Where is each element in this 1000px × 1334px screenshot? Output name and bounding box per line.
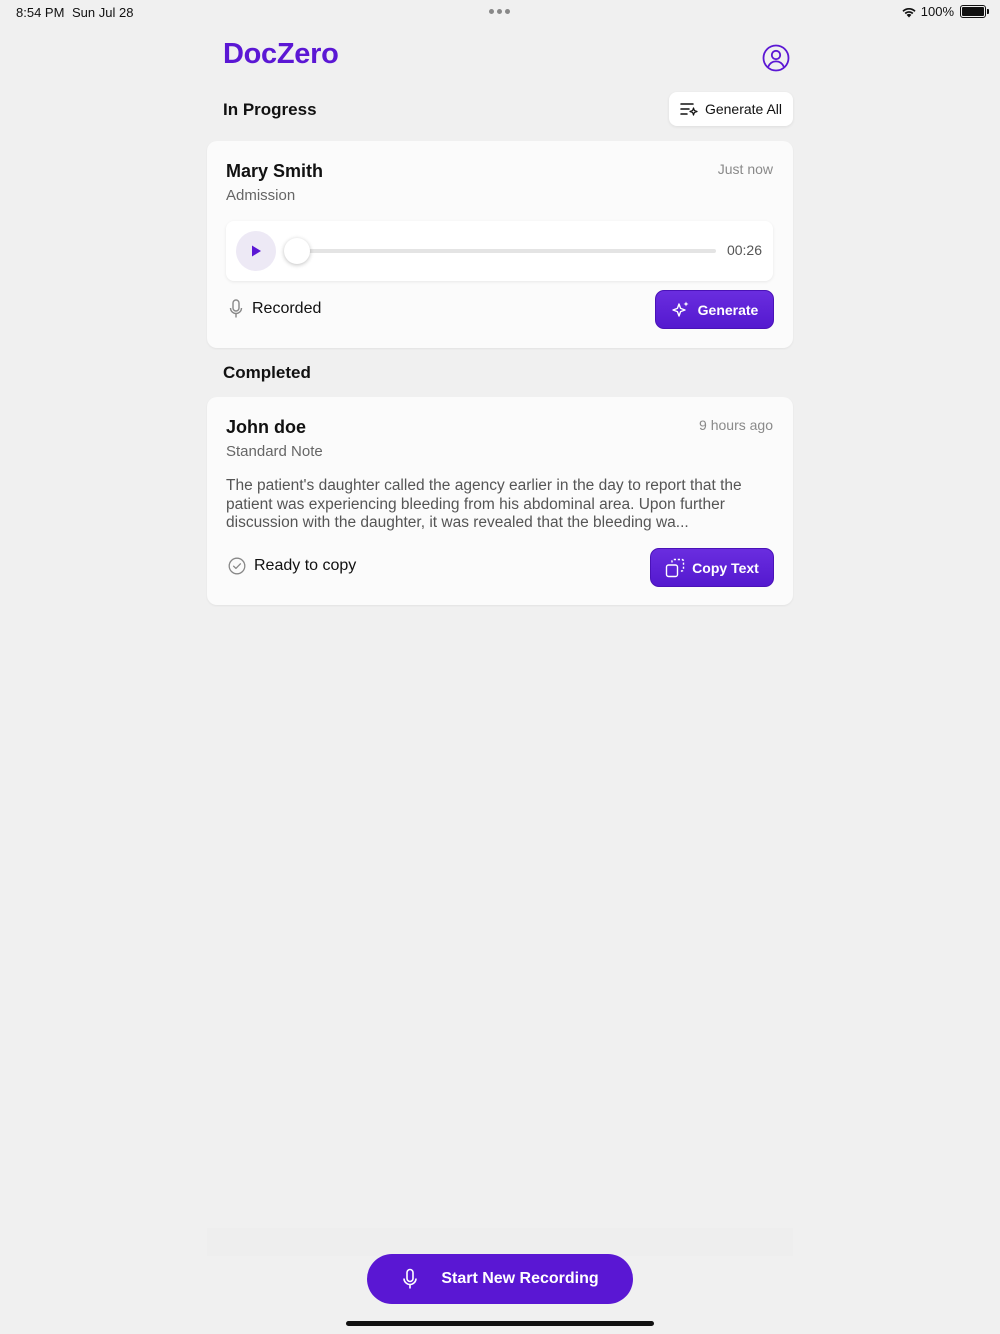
check-circle-icon — [228, 557, 246, 575]
note-status: Ready to copy — [228, 557, 356, 575]
wifi-icon — [902, 7, 916, 17]
list-sparkle-icon — [680, 103, 698, 116]
section-title-completed: Completed — [223, 363, 311, 382]
copy-icon — [665, 558, 685, 577]
card-timestamp: 9 hours ago — [699, 417, 773, 433]
status-bar: 8:54 PM Sun Jul 28 100% — [0, 0, 1000, 26]
note-status-label: Ready to copy — [254, 557, 357, 574]
generate-all-button[interactable]: Generate All — [669, 92, 793, 126]
microphone-icon — [403, 1268, 418, 1289]
playback-track[interactable] — [296, 249, 716, 253]
profile-button[interactable] — [762, 44, 790, 72]
generate-label: Generate — [697, 301, 759, 318]
note-preview: The patient's daughter called the agency… — [226, 477, 742, 531]
battery-percent: 100% — [920, 4, 954, 19]
status-indicators: 100% — [901, 4, 989, 19]
copy-text-button[interactable]: Copy Text — [650, 548, 774, 587]
card-timestamp: Just now — [717, 161, 773, 177]
recording-status: Recorded — [228, 299, 321, 319]
completed-note-card[interactable]: John doe Standard Note 9 hours ago The p… — [207, 397, 793, 605]
audio-player: 00:26 — [226, 221, 773, 281]
bottom-fade — [207, 1228, 793, 1256]
home-indicator[interactable] — [346, 1321, 654, 1326]
recording-status-label: Recorded — [252, 300, 322, 317]
multitasking-dots-icon[interactable] — [489, 9, 510, 14]
recording-card[interactable]: Mary Smith Admission Just now 00:26 Reco… — [207, 141, 793, 348]
generate-all-label: Generate All — [704, 101, 783, 117]
play-icon — [252, 245, 261, 257]
battery-icon — [960, 5, 989, 18]
play-button[interactable] — [236, 231, 276, 271]
playback-duration: 00:26 — [726, 242, 762, 258]
note-type: Standard Note — [226, 443, 323, 460]
patient-name: John doe — [226, 417, 306, 437]
microphone-icon — [229, 299, 243, 318]
copy-text-label: Copy Text — [692, 559, 759, 576]
sparkle-icon — [671, 301, 689, 317]
section-title-in-progress: In Progress — [223, 100, 317, 119]
start-new-recording-button[interactable]: Start New Recording — [367, 1254, 633, 1304]
playback-scrubber[interactable] — [284, 238, 310, 264]
status-date: Sun Jul 28 — [72, 5, 134, 20]
start-new-recording-label: Start New Recording — [441, 1270, 599, 1287]
note-type: Admission — [226, 187, 296, 204]
user-circle-icon — [762, 44, 790, 72]
status-time: 8:54 PM — [16, 5, 65, 20]
app-title: DocZero — [223, 38, 339, 70]
generate-button[interactable]: Generate — [655, 290, 774, 329]
patient-name: Mary Smith — [226, 161, 324, 181]
